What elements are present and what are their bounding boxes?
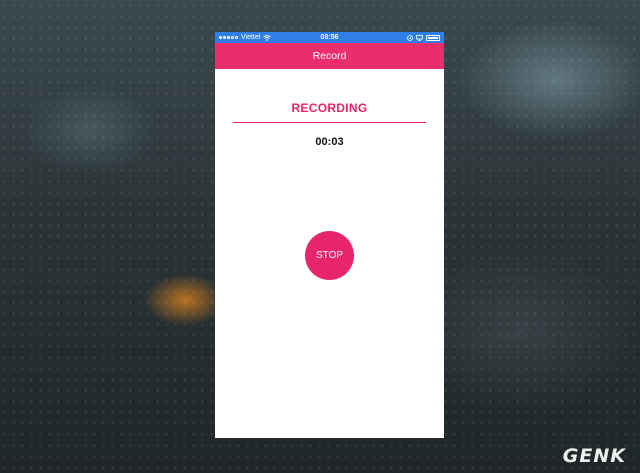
nav-bar: Record — [215, 43, 444, 69]
divider — [233, 122, 426, 123]
battery-icon — [426, 34, 440, 41]
carrier-label: Viettel — [241, 34, 261, 41]
phone-screen: Viettel 08:56 Record RECORDING 00:03 STO… — [215, 32, 444, 438]
status-time: 08:56 — [320, 34, 339, 41]
stop-button[interactable]: STOP — [305, 231, 354, 280]
airplay-icon — [416, 34, 423, 41]
status-bar: Viettel 08:56 — [215, 32, 444, 43]
wifi-icon — [263, 34, 272, 41]
recording-status-label: RECORDING — [291, 101, 368, 115]
signal-dots-icon — [219, 36, 238, 39]
elapsed-timer: 00:03 — [315, 136, 344, 148]
status-right — [407, 34, 440, 41]
page-title: Record — [312, 50, 347, 62]
recorder-panel: RECORDING 00:03 STOP — [215, 69, 444, 438]
location-icon — [407, 34, 413, 41]
status-left: Viettel — [219, 32, 272, 43]
watermark-logo: GENK — [562, 445, 626, 467]
